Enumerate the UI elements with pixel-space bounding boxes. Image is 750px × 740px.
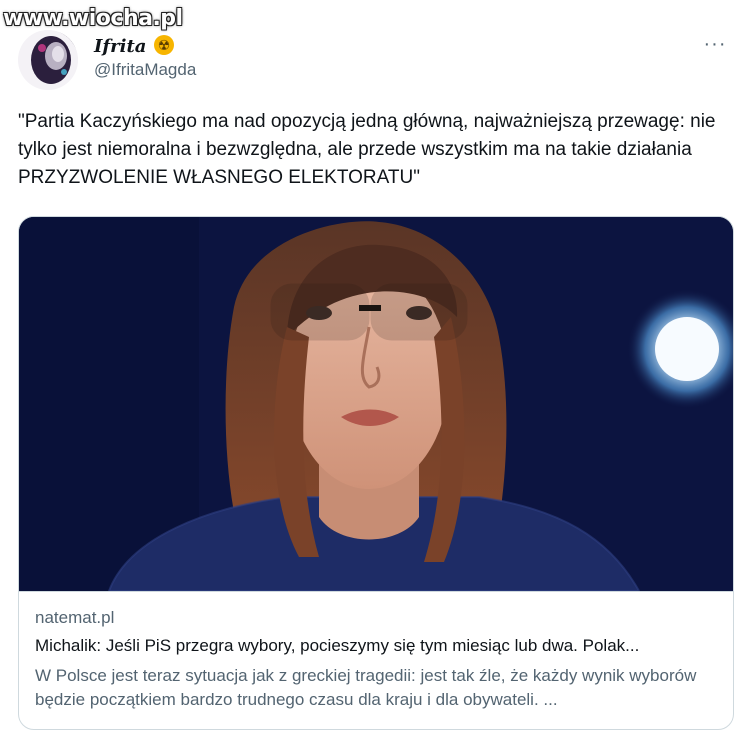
display-name[interactable]: Ifrita bbox=[94, 36, 146, 57]
tweet-text: "Partia Kaczyńskiego ma nad opozycją jed… bbox=[18, 111, 716, 188]
avatar-image bbox=[18, 30, 78, 90]
user-handle[interactable]: @IfritaMagda bbox=[94, 60, 196, 80]
link-description: W Polsce jest teraz sytuacja jak z greck… bbox=[35, 666, 697, 709]
article-photo[interactable] bbox=[19, 217, 733, 591]
link-card-meta[interactable]: natemat.pl Michalik: Jeśli PiS przegra w… bbox=[19, 591, 733, 729]
link-domain: natemat.pl bbox=[35, 608, 115, 627]
radioactive-badge-icon: ☢ bbox=[154, 35, 174, 55]
portrait-illustration bbox=[19, 217, 733, 591]
more-options-icon[interactable]: ··· bbox=[698, 32, 732, 62]
link-title[interactable]: Michalik: Jeśli PiS przegra wybory, poci… bbox=[35, 636, 717, 656]
avatar[interactable] bbox=[18, 30, 78, 90]
tweet-header: Ifrita ☢ @IfritaMagda ··· bbox=[18, 26, 732, 90]
site-watermark: www.wiocha.pl bbox=[3, 6, 183, 31]
link-preview-card[interactable]: natemat.pl Michalik: Jeśli PiS przegra w… bbox=[18, 216, 734, 730]
